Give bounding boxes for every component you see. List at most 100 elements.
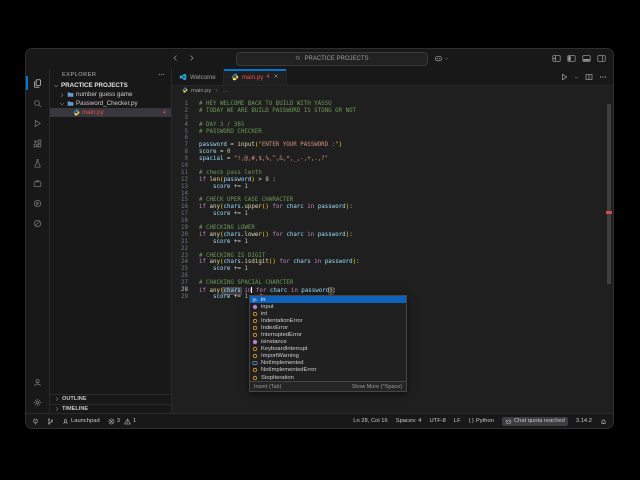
line-number: 25 (181, 266, 188, 273)
suggestion-NotImplemented[interactable]: NotImplemented (250, 360, 406, 367)
activity-explorer[interactable] (26, 73, 49, 93)
line-number: 16 (181, 204, 188, 211)
command-center-search[interactable]: PRACTICE PROJECTS (236, 52, 428, 66)
activity-settings[interactable] (26, 392, 49, 412)
line-number: 4 (184, 121, 189, 128)
suggestion-label: int (261, 310, 268, 317)
sidebar-left-toggle-button[interactable] (567, 54, 576, 63)
tab-welcome[interactable]: Welcome (172, 69, 224, 85)
suggestion-ImportWarning[interactable]: ImportWarning (250, 353, 406, 360)
line-content: score = 0 (199, 149, 231, 156)
overview-ruler-error-marker (606, 211, 612, 214)
layout-sidebar-left-icon (567, 54, 576, 63)
status-remote[interactable] (32, 417, 39, 425)
chevron-down-button[interactable] (574, 75, 579, 80)
suggestion-label: IndentationError (261, 317, 303, 324)
suggest-footer: Insert (Tab) Show More (^Space) (250, 381, 406, 392)
tab-close-button[interactable] (273, 73, 279, 81)
suggestion-in[interactable]: in (250, 296, 406, 304)
suggestion-KeyboardInterrupt[interactable]: KeyboardInterrupt (250, 346, 406, 353)
status-problems[interactable]: 31 (108, 418, 136, 425)
editor-scrollbar[interactable] (607, 104, 611, 284)
code-line-26: 26 (172, 273, 605, 280)
line-content: # check pass lenth (199, 169, 262, 176)
search-icon (33, 99, 42, 108)
code-line-5: 5 # PASSWORD CHECKER (172, 129, 605, 136)
suggestion-label: in (261, 296, 266, 303)
status-lf[interactable]: LF (454, 418, 461, 424)
line-content: score += 1 (212, 211, 248, 218)
status-spaces-4[interactable]: Spaces: 4 (396, 418, 422, 424)
arrow-right-icon[interactable] (188, 54, 196, 62)
suggest-insert-hint: Insert (Tab) (254, 383, 282, 390)
activity-run-debug[interactable] (26, 113, 49, 133)
run-button[interactable] (560, 73, 568, 81)
customize-toggle-button[interactable] (552, 54, 561, 63)
tab-main.py[interactable]: main.py 4 (223, 69, 287, 85)
activity-extensions[interactable] (26, 133, 49, 153)
panel-label: TIMELINE (62, 405, 89, 412)
suggestion-int[interactable]: int (250, 310, 406, 317)
remote-icon (32, 417, 39, 425)
activity-run-circle[interactable] (26, 193, 49, 213)
line-content: if any(chars.upper() for charc in passwo… (199, 204, 353, 211)
activity-search[interactable] (26, 93, 49, 113)
panel-timeline[interactable]: TIMELINE (50, 403, 171, 414)
tree-item-main.py[interactable]: main.py 4 (50, 108, 171, 117)
sidebar-right-toggle-button[interactable] (597, 54, 606, 63)
explorer-sidebar: EXPLORER PRACTICE PROJECTS number guess g… (50, 69, 172, 413)
code-line-16: 16 if any(chars.upper() for charc in pass… (172, 204, 605, 211)
status-bell[interactable] (600, 418, 607, 425)
python-icon (182, 87, 188, 93)
status-launchpad[interactable]: Launchpad (62, 418, 100, 425)
suggest-show-more[interactable]: Show More (^Space) (352, 384, 402, 390)
suggestion-input[interactable]: input (250, 303, 406, 310)
code-line-1: 1 # HEY WELCOME BACK TO BUILD WITH YASSU (172, 101, 605, 108)
kind-method-icon (252, 304, 258, 310)
suggestion-NotImplementedError[interactable]: NotImplementedError (250, 367, 406, 374)
kind-class-icon (252, 375, 258, 381)
suggestion-label: IndexError (261, 324, 289, 331)
code-line-17: 17 score += 1 (172, 211, 605, 218)
status-utf-8[interactable]: UTF-8 (429, 418, 445, 424)
more-actions-button[interactable] (599, 73, 607, 81)
more-actions-icon[interactable] (158, 71, 165, 78)
code-line-2: 2 # TODAY WE ARE BUILD PASSWORD IS STONG … (172, 108, 605, 115)
status-chat-quota-reached[interactable]: Chat quota reached (501, 416, 568, 426)
tree-item-password_checker.py[interactable]: Password_Checker.py (50, 99, 171, 108)
copilot-menu-button[interactable] (434, 54, 449, 63)
status-ln-28-col-16[interactable]: Ln 28, Col 16 (353, 418, 387, 424)
status-git-branch[interactable] (47, 418, 54, 425)
line-content: if any(chars in for charc in password): (199, 287, 337, 295)
run-debug-icon (33, 119, 42, 128)
sidebar-header: EXPLORER (50, 69, 171, 81)
line-content: # TODAY WE ARE BUILD PASSWORD IS STONG O… (199, 107, 357, 114)
line-number: 7 (184, 142, 189, 149)
chevron-down-icon (59, 101, 65, 107)
activity-live-share[interactable] (26, 213, 49, 233)
suggestion-label: NotImplemented (261, 360, 304, 367)
tab-label: Welcome (190, 73, 216, 81)
line-content: score += 1 (212, 238, 248, 245)
status-python[interactable]: { } Python (469, 418, 494, 424)
arrow-left-icon[interactable] (171, 54, 179, 62)
suggestion-IndexError[interactable]: IndexError (250, 324, 406, 331)
activity-remote-explorer[interactable] (26, 173, 49, 193)
line-content: # DAY 3 / 365 (199, 121, 245, 128)
line-content: # HEY WELCOME BACK TO BUILD WITH YASSU (199, 101, 332, 107)
activity-testing[interactable] (26, 153, 49, 173)
suggestion-isinstance[interactable]: isinstance (250, 339, 406, 346)
split-editor-button[interactable] (585, 73, 593, 81)
suggestion-InterruptedError[interactable]: InterruptedError (250, 331, 406, 338)
activity-account[interactable] (26, 372, 49, 392)
suggestion-label: InterruptedError (261, 332, 302, 339)
suggestion-StopIteration[interactable]: StopIteration (250, 374, 406, 381)
suggestion-IndentationError[interactable]: IndentationError (250, 317, 406, 324)
editor-actions (560, 69, 607, 85)
panel-toggle-button[interactable] (582, 54, 591, 63)
panel-outline[interactable]: OUTLINE (50, 394, 171, 404)
tree-item-practice-projects[interactable]: PRACTICE PROJECTS (50, 81, 171, 90)
status-3-14-2[interactable]: 3.14.2 (576, 418, 592, 424)
tree-item-number-guess-game[interactable]: number guess game (50, 90, 171, 99)
title-bar: PRACTICE PROJECTS (26, 49, 613, 70)
